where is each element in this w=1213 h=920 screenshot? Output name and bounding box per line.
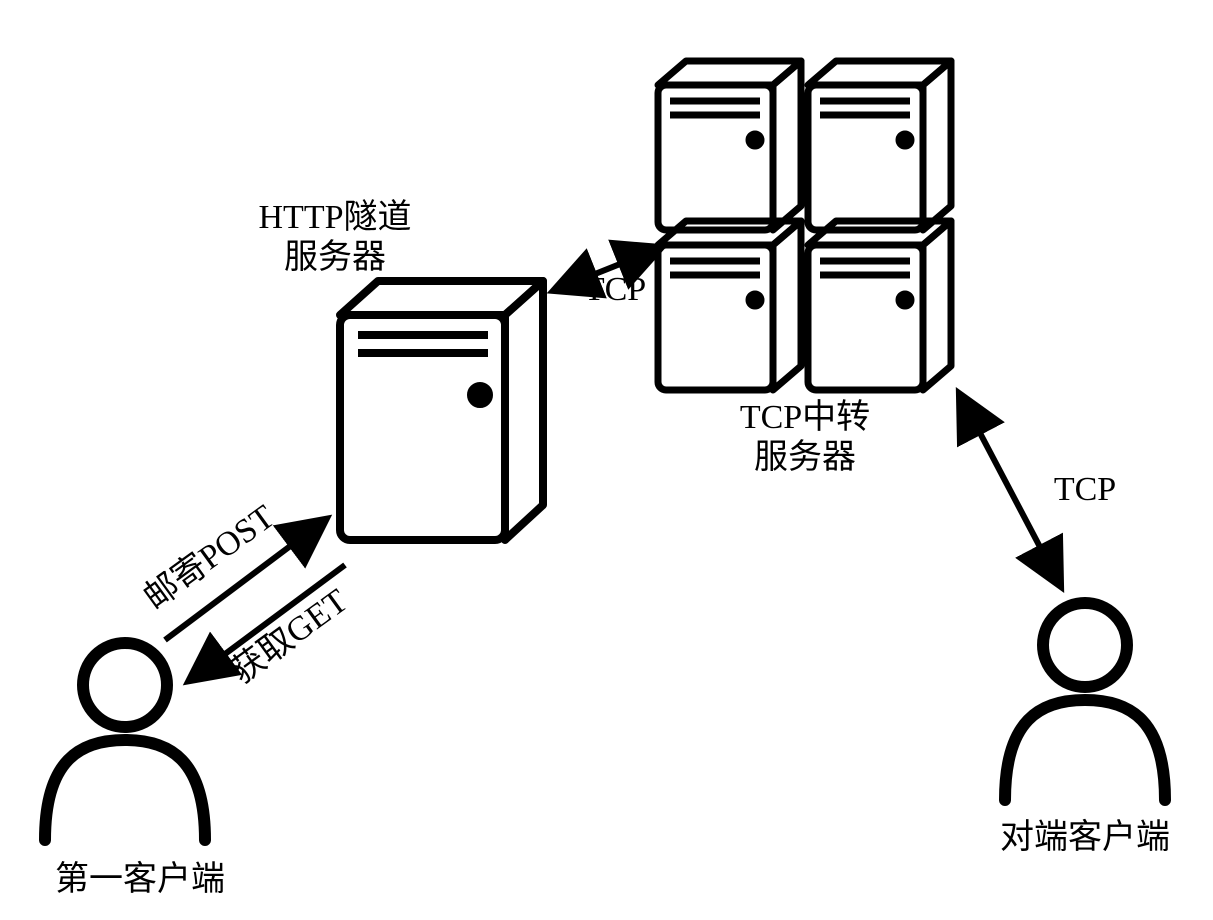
diagram-stage: { "nodes": { "http_tunnel_server": { "la… [0,0,1213,920]
edge-http-tcp-label: TCP [565,270,665,311]
edge-tcp-peer-label: TCP [1035,470,1135,511]
arrows-layer [0,0,1213,920]
